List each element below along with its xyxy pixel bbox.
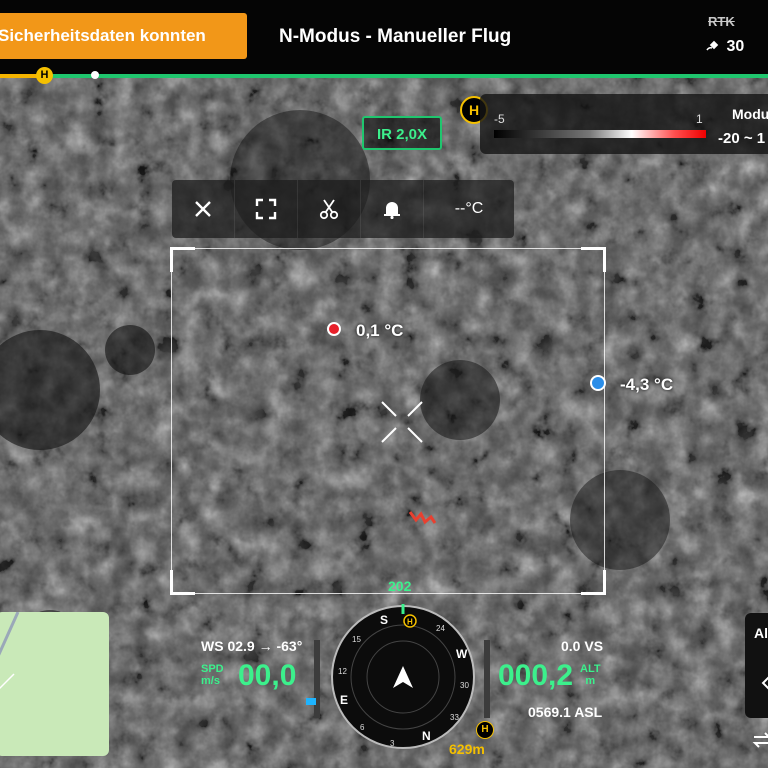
bell-icon bbox=[384, 202, 400, 219]
compass-tick-24: 24 bbox=[436, 624, 445, 633]
compass-tick-6: 6 bbox=[360, 723, 365, 732]
home-distance-icon: H bbox=[476, 721, 494, 739]
cold-spot-marker bbox=[590, 375, 606, 391]
fullscreen-icon bbox=[255, 198, 277, 220]
gnss-status[interactable]: 30 bbox=[706, 38, 744, 56]
compass-tick-15: 15 bbox=[352, 635, 361, 644]
cold-spot-temperature: -4,3 °C bbox=[620, 375, 674, 394]
scissors-icon bbox=[319, 199, 339, 220]
hot-spot-marker bbox=[327, 322, 341, 336]
center-crosshair bbox=[381, 401, 423, 443]
compass-tick-30: 30 bbox=[460, 681, 469, 690]
top-status-bar: Sicherheitsdaten konnten N-Modus - Manue… bbox=[0, 0, 768, 74]
swap-arrows-icon[interactable] bbox=[752, 730, 768, 750]
altitude-gauge bbox=[484, 640, 490, 718]
altitude-label: ALT m bbox=[580, 663, 601, 687]
close-icon bbox=[195, 201, 211, 217]
alarm-button[interactable] bbox=[361, 180, 424, 238]
satellite-icon bbox=[706, 40, 719, 51]
aircraft-position-dot bbox=[91, 71, 99, 79]
home-distance: 629m bbox=[449, 741, 485, 757]
temperature-readout: --°C bbox=[454, 200, 484, 217]
heading-readout: 202 bbox=[388, 578, 412, 594]
satellite-count: 30 bbox=[726, 38, 745, 55]
hot-spot-temperature: 0,1 °C bbox=[356, 321, 404, 340]
compass-label-n: N bbox=[422, 729, 431, 743]
cut-button[interactable] bbox=[298, 180, 361, 238]
right-panel-label: Al bbox=[754, 625, 768, 641]
compass-label-w: W bbox=[456, 647, 468, 661]
zoom-level-button[interactable]: IR 2,0X bbox=[362, 116, 442, 150]
fullscreen-button[interactable] bbox=[235, 180, 298, 238]
altitude-label-top: ALT bbox=[580, 663, 601, 675]
flight-mode-label: N-Modus - Manueller Flug bbox=[279, 26, 512, 47]
thermal-palette-panel[interactable]: -5 1 Modu -20 ~ 1 bbox=[480, 94, 768, 154]
measurement-toolbar: --°C bbox=[172, 180, 514, 238]
map-route bbox=[0, 612, 20, 690]
palette-min-label: -5 bbox=[494, 112, 505, 126]
home-point-marker: H bbox=[36, 67, 53, 84]
rtk-status[interactable]: RTK bbox=[708, 14, 735, 29]
speed-label: SPD m/s bbox=[201, 663, 224, 687]
altitude-asl: 0569.1 ASL bbox=[528, 704, 603, 720]
right-side-panel[interactable]: Al bbox=[745, 613, 768, 718]
altitude-label-unit: m bbox=[585, 675, 596, 687]
palette-max-label: 1 bbox=[696, 112, 703, 126]
frame-corner-top-right[interactable] bbox=[581, 247, 606, 272]
speed-label-top: SPD bbox=[201, 663, 224, 675]
speed-gauge-marker bbox=[306, 698, 316, 705]
speed-gauge bbox=[306, 640, 320, 718]
compass-tick-12: 12 bbox=[338, 667, 347, 676]
speed-label-unit: m/s bbox=[201, 675, 220, 687]
mini-map[interactable] bbox=[0, 612, 109, 756]
frame-corner-bottom-right[interactable] bbox=[581, 570, 606, 595]
frame-corner-top-left[interactable] bbox=[170, 247, 195, 272]
compass-label-s: S bbox=[380, 613, 388, 627]
compass-tick-33: 33 bbox=[450, 713, 459, 722]
compass-label-e: E bbox=[340, 693, 348, 707]
close-button[interactable] bbox=[172, 180, 235, 238]
vertical-speed: 0.0 VS bbox=[561, 638, 604, 654]
route-progress-fill bbox=[0, 74, 768, 78]
horizontal-speed: 00,0 bbox=[238, 659, 297, 692]
palette-gradient bbox=[494, 130, 706, 138]
wind-speed: WS 02.9 → -63° bbox=[201, 638, 303, 654]
palette-mode-label: Modu bbox=[732, 106, 768, 122]
compass-attitude-ball: S W E N 24 30 33 15 12 6 3 H bbox=[331, 604, 475, 749]
diamond-icon bbox=[761, 676, 768, 690]
altitude-value: 000,2 bbox=[498, 659, 574, 692]
svg-text:H: H bbox=[407, 618, 413, 627]
safety-warning-banner[interactable]: Sicherheitsdaten konnten bbox=[0, 13, 247, 59]
route-progress-bar bbox=[0, 74, 768, 78]
frame-corner-bottom-left[interactable] bbox=[170, 570, 195, 595]
compass-tick-3: 3 bbox=[390, 739, 395, 748]
palette-range-label: -20 ~ 1 bbox=[718, 130, 766, 147]
